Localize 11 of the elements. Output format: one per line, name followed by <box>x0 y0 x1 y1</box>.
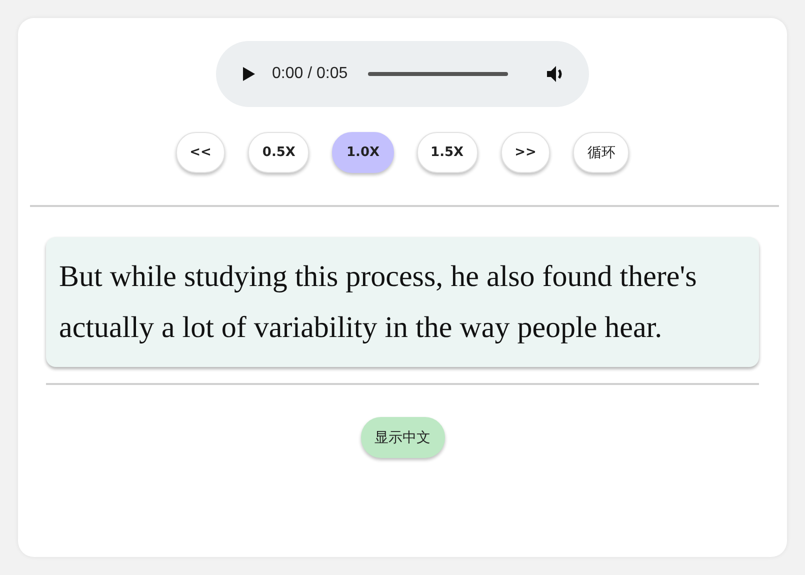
control-button[interactable]: 1.0X <box>332 132 394 173</box>
control-button[interactable]: << <box>176 132 226 173</box>
progress-track[interactable] <box>368 72 508 76</box>
sentence-text: But while studying this process, he also found there's actually a lot of variability in the way people hear. <box>46 237 759 367</box>
time-display: 0:00 / 0:05 <box>272 65 348 83</box>
control-button[interactable]: >> <box>500 132 550 173</box>
show-chinese-button[interactable]: 显示中文 <box>360 417 444 458</box>
control-button[interactable]: 0.5X <box>248 132 310 173</box>
play-icon[interactable] <box>242 66 256 82</box>
control-button[interactable]: 1.5X <box>416 132 478 173</box>
control-button[interactable]: 循环 <box>573 132 630 173</box>
